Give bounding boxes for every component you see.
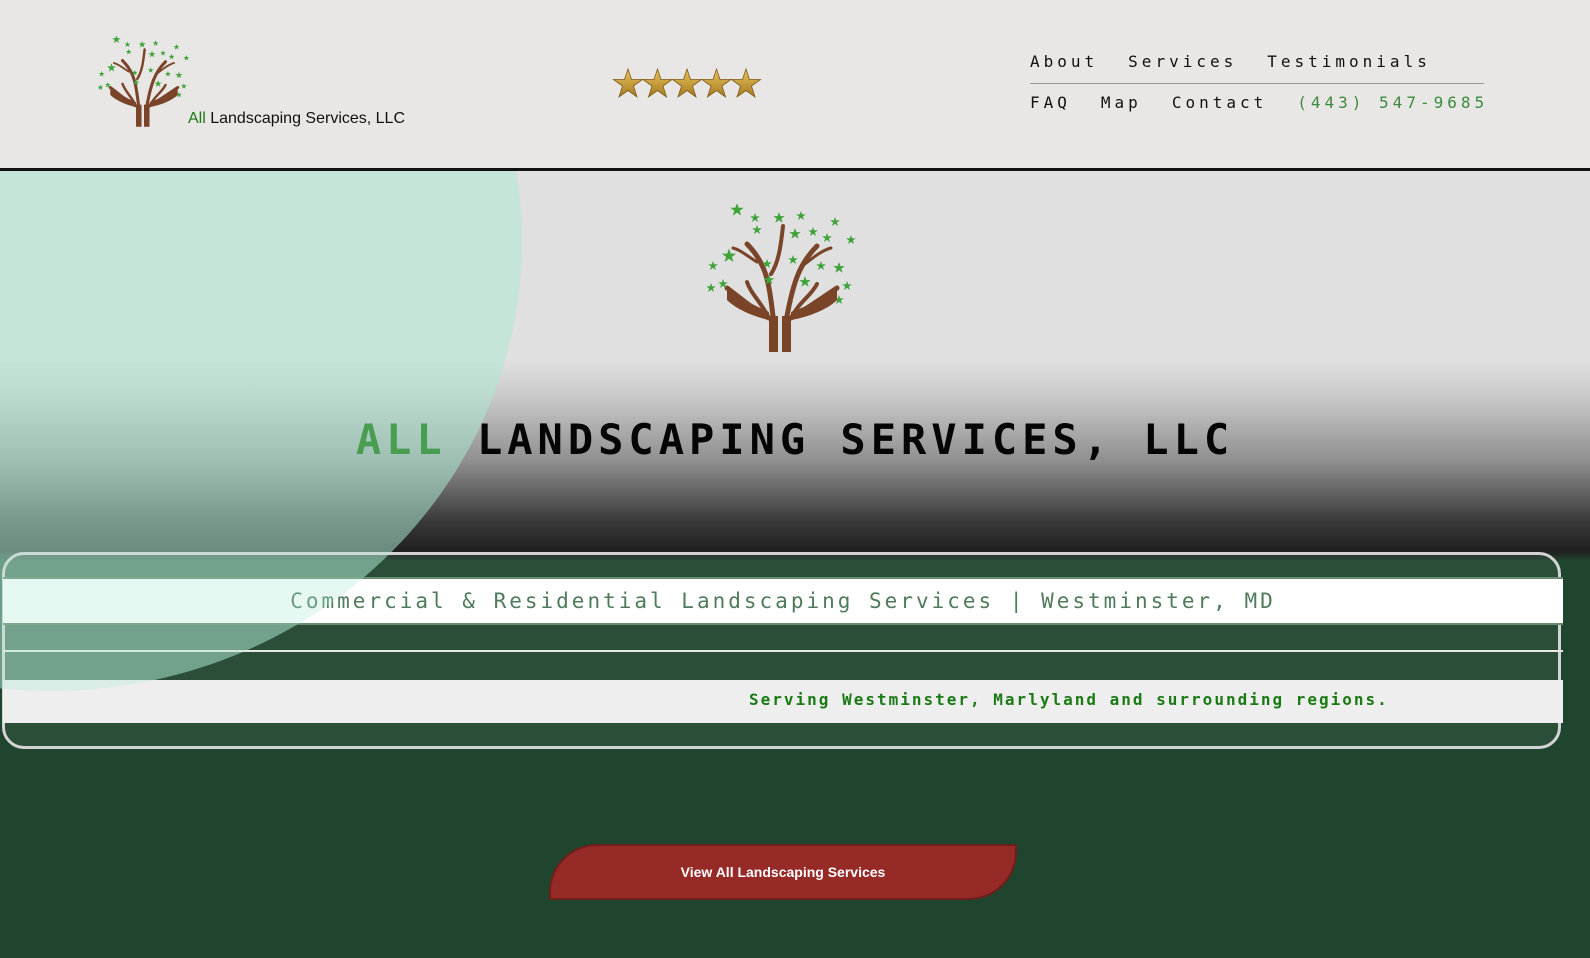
logo-wordmark-accent: All [188,110,206,127]
nav-phone-link[interactable]: (443) 547-9685 [1297,93,1488,112]
primary-nav-row-2: FAQ Map Contact (443) 547-9685 [1030,93,1488,112]
five-star-rating [613,68,761,98]
service-area-band: Serving Westminster, Marlyland and surro… [3,680,1563,723]
tree-hands-logo-icon[interactable] [98,36,190,128]
primary-nav-row-1: About Services Testimonials [1030,52,1431,71]
view-all-services-button[interactable]: View All Landscaping Services [549,844,1017,900]
tagline-text: Commercial & Residential Landscaping Ser… [290,589,1276,613]
nav-services[interactable]: Services [1128,52,1237,71]
service-area-text: Serving Westminster, Marlyland and surro… [749,690,1389,709]
nav-faq[interactable]: FAQ [1030,93,1071,112]
hero-title-accent: ALL [355,415,447,464]
nav-testimonials[interactable]: Testimonials [1267,52,1431,71]
star-icon [672,68,702,98]
nav-map[interactable]: Map [1101,93,1142,112]
logo-wordmark[interactable]: All Landscaping Services, LLC [188,110,405,128]
divider-line [3,650,1563,652]
hero-section: ALL LANDSCAPING SERVICES, LLC Commercial… [0,171,1590,958]
logo-wordmark-rest: Landscaping Services, LLC [205,110,406,127]
nav-divider [1030,83,1484,84]
star-icon [731,68,761,98]
nav-contact[interactable]: Contact [1172,93,1267,112]
hero-title: ALL LANDSCAPING SERVICES, LLC [0,415,1590,464]
star-icon [642,68,673,98]
hero-title-rest: LANDSCAPING SERVICES, LLC [446,415,1235,464]
star-icon [613,68,643,98]
site-header: All Landscaping Services, LLC About Serv… [0,0,1590,171]
view-all-services-label: View All Landscaping Services [680,864,886,880]
tagline-band: Commercial & Residential Landscaping Ser… [3,577,1563,625]
tree-hands-logo-large-icon [706,204,858,354]
nav-about[interactable]: About [1030,52,1098,71]
star-icon [701,68,732,98]
